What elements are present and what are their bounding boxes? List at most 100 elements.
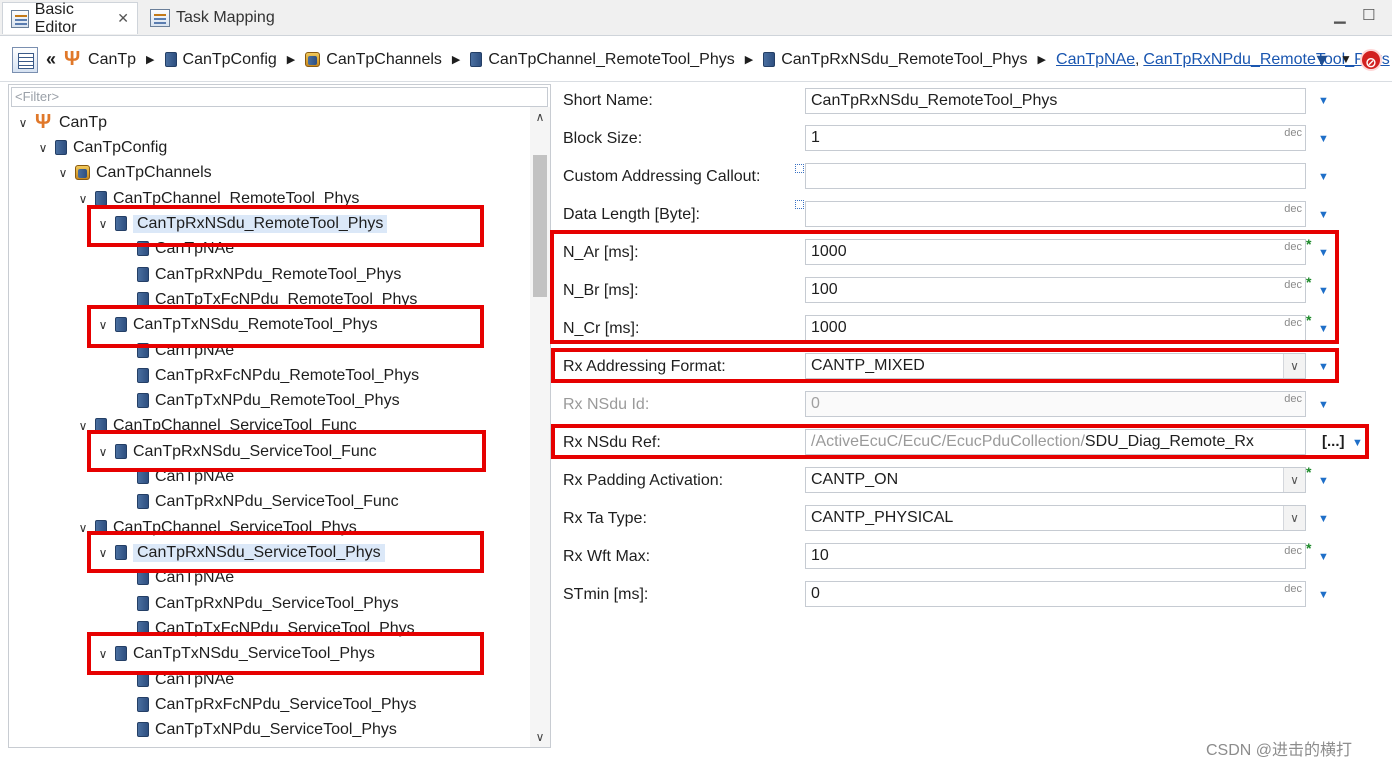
- chevron-down-icon[interactable]: ▼: [1318, 551, 1329, 563]
- grid-icon: [795, 200, 804, 209]
- chevron-down-icon[interactable]: ▼: [1318, 209, 1329, 221]
- module-icon: [35, 111, 53, 134]
- tree-node-leaf[interactable]: CanTpRxNPdu_ServiceTool_Phys: [137, 591, 399, 616]
- breadcrumb-item[interactable]: CanTpChannels: [305, 51, 442, 69]
- rx-wft-max-field[interactable]: 10 dec: [805, 543, 1306, 569]
- chevron-down-icon[interactable]: ∨: [37, 141, 49, 155]
- short-name-label: Short Name:: [563, 92, 653, 109]
- tree-node-leaf[interactable]: CanTpRxFcNPdu_ServiceTool_Phys: [137, 692, 416, 717]
- container-icon: [137, 697, 149, 712]
- chevron-right-icon[interactable]: ▶: [1038, 53, 1046, 66]
- chevron-up-icon[interactable]: ∧: [530, 107, 550, 127]
- chevron-right-icon[interactable]: ▶: [745, 53, 753, 66]
- highlight-box: [87, 305, 484, 348]
- chevron-down-icon[interactable]: ▼: [1318, 475, 1329, 487]
- container-icon: [95, 191, 107, 206]
- rx-ta-type-label: Rx Ta Type:: [563, 510, 647, 527]
- unit-label: dec: [1284, 203, 1302, 215]
- container-icon: [137, 494, 149, 509]
- breadcrumb-item[interactable]: CanTpChannel_RemoteTool_Phys: [470, 51, 735, 69]
- container-icon: [164, 52, 177, 67]
- breadcrumb-item[interactable]: CanTpRxNSdu_RemoteTool_Phys: [763, 51, 1028, 69]
- custom-addressing-callout-label: Custom Addressing Callout:: [563, 168, 761, 185]
- highlight-box: [551, 348, 1339, 383]
- chevron-down-icon[interactable]: ▼: [1318, 513, 1329, 525]
- tab-task-mapping[interactable]: Task Mapping: [142, 2, 283, 34]
- tree-node-cantp[interactable]: ∨CanTp: [17, 110, 107, 135]
- container-icon: [137, 596, 149, 611]
- tree-node-cantpchannels[interactable]: ∨ CanTpChannels: [57, 160, 212, 185]
- highlight-box: [87, 531, 484, 573]
- tab-basic-editor[interactable]: Basic Editor ✕: [2, 1, 138, 36]
- chevron-down-icon[interactable]: ▼: [1318, 133, 1329, 145]
- chevron-right-icon[interactable]: ▶: [452, 53, 460, 66]
- chevron-down-icon[interactable]: ∨: [1283, 468, 1305, 492]
- breadcrumb-item[interactable]: CanTp: [64, 48, 136, 71]
- rx-nsdu-id-label: Rx NSdu Id:: [563, 396, 650, 413]
- unit-label: dec: [1284, 127, 1302, 139]
- chevron-right-icon[interactable]: ▶: [287, 53, 295, 66]
- breadcrumb-item[interactable]: CanTpConfig: [164, 51, 277, 69]
- chevron-down-icon[interactable]: ▼: [1340, 52, 1352, 66]
- chevron-down-icon[interactable]: ▼: [1318, 589, 1329, 601]
- modified-star-icon: *: [1306, 464, 1312, 480]
- container-list-icon: [75, 165, 90, 180]
- container-icon: [763, 52, 776, 67]
- task-mapping-icon: [150, 9, 170, 27]
- grid-icon: [795, 164, 804, 173]
- highlight-box: [551, 424, 1369, 459]
- breadcrumb-link[interactable]: CanTpNAe: [1056, 51, 1135, 69]
- chevron-down-icon[interactable]: ∨: [530, 727, 550, 747]
- tree-node-leaf[interactable]: CanTpTxNPdu_RemoteTool_Phys: [137, 388, 400, 413]
- close-icon[interactable]: ✕: [117, 10, 129, 27]
- rx-ta-type-select[interactable]: CANTP_PHYSICAL ∨: [805, 505, 1306, 531]
- block-size-field[interactable]: 1 dec: [805, 125, 1306, 151]
- chevron-down-icon[interactable]: ∨: [1283, 506, 1305, 530]
- tree-node-leaf[interactable]: CanTpRxNPdu_ServiceTool_Func: [137, 489, 399, 514]
- container-icon: [137, 267, 149, 282]
- unit-label: dec: [1284, 393, 1302, 405]
- breadcrumb-link[interactable]: CanTpRxNPdu_RemoteTool_Phys: [1143, 51, 1389, 69]
- filter-icon[interactable]: ▼: [1313, 50, 1331, 71]
- short-name-field[interactable]: CanTpRxNSdu_RemoteTool_Phys: [805, 88, 1306, 114]
- container-icon: [137, 393, 149, 408]
- tree-node-leaf[interactable]: CanTpRxFcNPdu_RemoteTool_Phys: [137, 363, 419, 388]
- stmin-label: STmin [ms]:: [563, 586, 649, 603]
- minimize-icon[interactable]: ▁: [1334, 6, 1346, 24]
- unit-label: dec: [1284, 583, 1302, 595]
- tree-toggle-icon[interactable]: [12, 46, 38, 73]
- highlight-box: [87, 205, 484, 247]
- tree-node-leaf[interactable]: CanTpTxNPdu_ServiceTool_Phys: [137, 717, 397, 742]
- data-length-field[interactable]: dec: [805, 201, 1306, 227]
- custom-addressing-callout-field[interactable]: [805, 163, 1306, 189]
- highlight-box: [550, 230, 1339, 344]
- container-icon: [470, 52, 483, 67]
- chevron-down-icon[interactable]: ∨: [17, 116, 29, 130]
- scrollbar-thumb[interactable]: [533, 155, 547, 297]
- rx-wft-max-label: Rx Wft Max:: [563, 548, 651, 565]
- tree-scrollbar[interactable]: ∧ ∨: [530, 107, 550, 747]
- maximize-icon[interactable]: ☐: [1362, 6, 1375, 24]
- editor-icon: [11, 9, 29, 28]
- unit-label: dec: [1284, 545, 1302, 557]
- chevron-down-icon[interactable]: ∨: [77, 192, 89, 206]
- rx-padding-activation-select[interactable]: CANTP_ON ∨: [805, 467, 1306, 493]
- rx-nsdu-id-field: 0 dec: [805, 391, 1306, 417]
- tree-node-leaf[interactable]: CanTpRxNPdu_RemoteTool_Phys: [137, 262, 401, 287]
- modified-star-icon: *: [1306, 540, 1312, 556]
- tab-label: Task Mapping: [176, 9, 275, 26]
- chevron-down-icon[interactable]: ∨: [57, 166, 69, 180]
- chevron-down-icon[interactable]: ▼: [1318, 171, 1329, 183]
- chevron-down-icon[interactable]: ▼: [1318, 95, 1329, 107]
- stmin-field[interactable]: 0 dec: [805, 581, 1306, 607]
- data-length-label: Data Length [Byte]:: [563, 206, 700, 223]
- chevron-right-icon[interactable]: ▶: [146, 53, 154, 66]
- filter-input[interactable]: <Filter>: [11, 87, 548, 107]
- collapse-left-icon[interactable]: «: [46, 49, 56, 70]
- container-list-icon: [305, 52, 321, 67]
- clear-filter-icon[interactable]: ⊘: [1360, 49, 1382, 71]
- tree-node-cantpconfig[interactable]: ∨ CanTpConfig: [37, 135, 168, 160]
- chevron-down-icon[interactable]: ▼: [1318, 399, 1329, 411]
- watermark: CSDN @进击的横打: [1206, 742, 1353, 759]
- container-icon: [55, 140, 67, 155]
